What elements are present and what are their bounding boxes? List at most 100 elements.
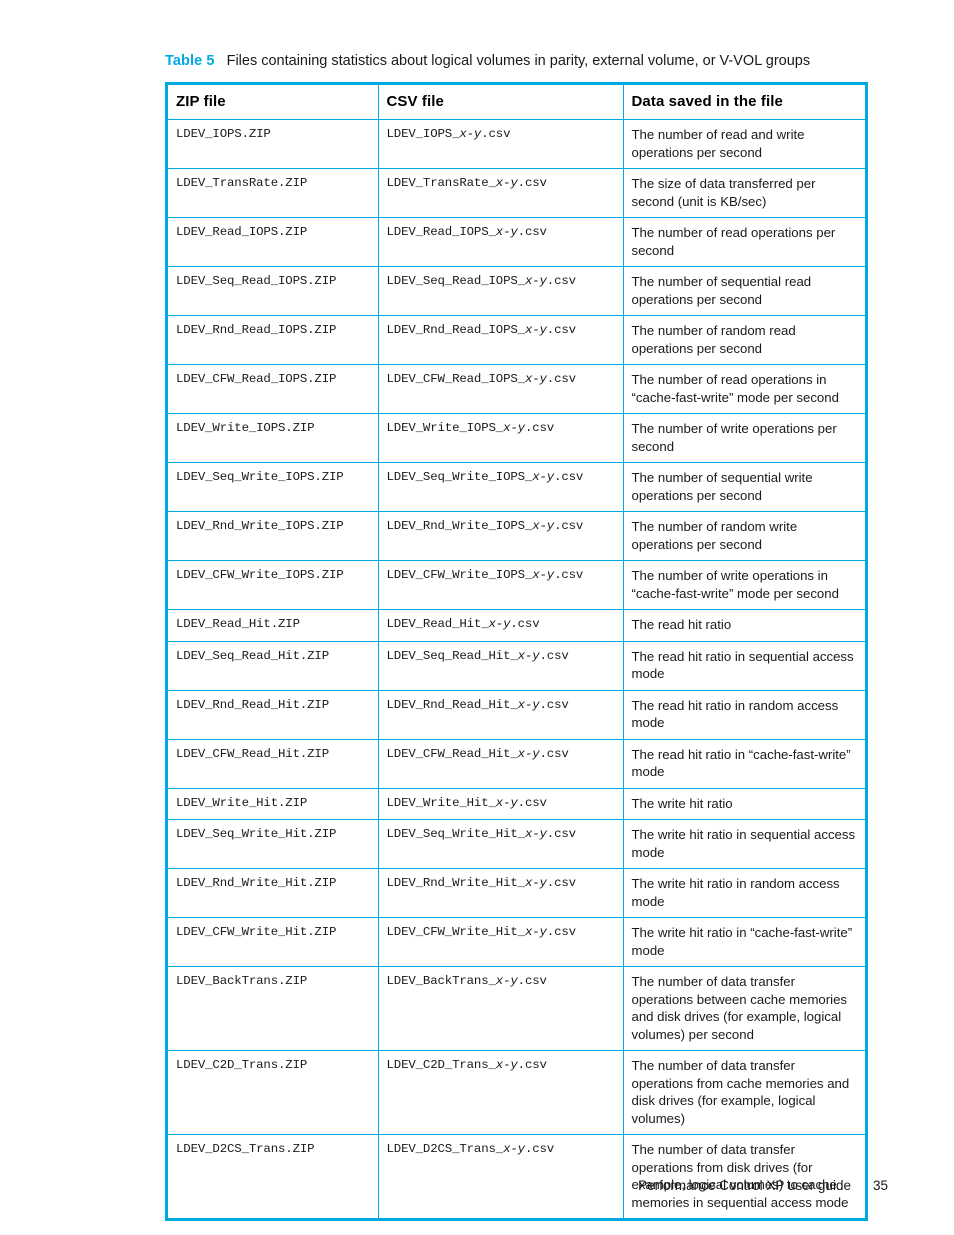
csv-name-prefix: LDEV_Write_Hit_ [386, 795, 496, 810]
files-table-container: ZIP file CSV file Data saved in the file… [165, 82, 868, 1221]
cell-csv-file: LDEV_Rnd_Write_IOPS_x-y.csv [378, 511, 624, 561]
csv-name-prefix: LDEV_Rnd_Read_Hit_ [386, 697, 518, 712]
csv-name-extension: .csv [539, 697, 569, 712]
cell-csv-file: LDEV_Seq_Write_Hit_x-y.csv [378, 819, 624, 869]
cell-zip-file: LDEV_Read_IOPS.ZIP [168, 217, 379, 267]
csv-name-extension: .csv [539, 746, 569, 761]
csv-name-variable: x-y [495, 795, 518, 810]
csv-name-variable: x-y [524, 876, 547, 890]
table-caption-text: Files containing statistics about logica… [226, 53, 811, 69]
column-header-data-saved: Data saved in the file [623, 85, 865, 120]
table-row: LDEV_CFW_Read_IOPS.ZIP LDEV_CFW_Read_IOPS… [168, 364, 865, 414]
table-row: LDEV_Seq_Read_Hit.ZIP LDEV_Seq_Read_Hit_x… [168, 641, 865, 691]
csv-name-variable: x-y [495, 176, 518, 190]
footer-page-number: 35 [872, 1178, 888, 1193]
cell-description: The read hit ratio in “cache-fast-write”… [623, 739, 865, 789]
table-caption-label: Table 5 [165, 53, 215, 69]
csv-name-prefix: LDEV_Seq_Write_Hit_ [386, 827, 526, 841]
cell-description: The write hit ratio in random access mod… [623, 868, 865, 918]
table-row: LDEV_D2CS_Trans.ZIP LDEV_D2CS_Trans_x-y.c… [168, 1134, 865, 1218]
csv-name-prefix: LDEV_Rnd_Write_IOPS_ [386, 519, 533, 533]
cell-csv-file: LDEV_CFW_Read_IOPS_x-y.csv [378, 364, 624, 414]
cell-csv-file: LDEV_D2CS_Trans_x-y.csv [378, 1134, 624, 1218]
table-row: LDEV_Seq_Read_IOPS.ZIP LDEV_Seq_Read_IOPS… [168, 266, 865, 316]
cell-zip-file: LDEV_Write_Hit.ZIP [168, 788, 379, 820]
cell-csv-file: LDEV_BackTrans_x-y.csv [378, 966, 624, 1051]
cell-zip-file: LDEV_Rnd_Read_IOPS.ZIP [168, 315, 379, 365]
cell-description: The number of write operations in “cache… [623, 560, 865, 610]
cell-csv-file: LDEV_IOPS_x-y.csv [378, 119, 624, 169]
cell-zip-file: LDEV_Rnd_Read_Hit.ZIP [168, 690, 379, 740]
cell-description: The number of read and write operations … [623, 119, 865, 169]
csv-name-extension: .csv [546, 827, 576, 841]
csv-name-variable: x-y [524, 323, 547, 337]
csv-name-extension: .csv [517, 795, 547, 810]
csv-name-variable: x-y [503, 1142, 525, 1156]
cell-csv-file: LDEV_C2D_Trans_x-y.csv [378, 1050, 624, 1135]
cell-description: The number of read operations per second [623, 217, 865, 267]
csv-name-prefix: LDEV_CFW_Write_Hit_ [386, 925, 526, 939]
csv-name-variable: x-y [517, 746, 540, 761]
csv-name-prefix: LDEV_Seq_Read_IOPS_ [386, 274, 526, 288]
cell-csv-file: LDEV_Read_Hit_x-y.csv [378, 609, 624, 642]
cell-csv-file: LDEV_Seq_Read_IOPS_x-y.csv [378, 266, 624, 316]
cell-zip-file: LDEV_Seq_Read_IOPS.ZIP [168, 266, 379, 316]
table-row: LDEV_IOPS.ZIP LDEV_IOPS_x-y.csv The number… [168, 119, 865, 169]
table-caption: Table 5 Files containing statistics about… [165, 51, 865, 71]
column-header-csv-file: CSV file [378, 85, 624, 120]
cell-zip-file: LDEV_CFW_Write_IOPS.ZIP [168, 560, 379, 610]
csv-name-variable: x-y [524, 274, 547, 288]
csv-name-extension: .csv [510, 617, 540, 631]
table-row: LDEV_Rnd_Read_IOPS.ZIP LDEV_Rnd_Read_IOPS… [168, 315, 865, 365]
csv-name-variable: x-y [532, 470, 555, 484]
cell-csv-file: LDEV_Read_IOPS_x-y.csv [378, 217, 624, 267]
table-row: LDEV_TransRate.ZIP LDEV_TransRate_x-y.csv… [168, 168, 865, 218]
cell-zip-file: LDEV_Seq_Write_IOPS.ZIP [168, 462, 379, 512]
table-row: LDEV_CFW_Write_Hit.ZIP LDEV_CFW_Write_Hit… [168, 917, 865, 967]
column-header-zip-file: ZIP file [168, 85, 379, 120]
table-row: LDEV_Seq_Write_Hit.ZIP LDEV_Seq_Write_Hit… [168, 819, 865, 869]
footer-guide-title: Performance Control XP user guide [638, 1178, 851, 1193]
csv-name-extension: .csv [554, 568, 584, 582]
csv-name-extension: .csv [524, 1142, 555, 1156]
csv-name-prefix: LDEV_D2CS_Trans_ [386, 1142, 504, 1156]
csv-name-variable: x-y [524, 925, 547, 939]
cell-description: The number of random read operations per… [623, 315, 865, 365]
csv-name-variable: x-y [503, 421, 525, 435]
table-row: LDEV_Rnd_Write_Hit.ZIP LDEV_Rnd_Write_Hit… [168, 868, 865, 918]
cell-zip-file: LDEV_CFW_Read_Hit.ZIP [168, 739, 379, 789]
cell-zip-file: LDEV_Seq_Read_Hit.ZIP [168, 641, 379, 691]
csv-name-prefix: LDEV_Read_IOPS_ [386, 225, 496, 239]
cell-description: The number of read operations in “cache-… [623, 364, 865, 414]
cell-description: The write hit ratio [623, 788, 865, 820]
csv-name-prefix: LDEV_TransRate_ [386, 176, 496, 190]
table-row: LDEV_C2D_Trans.ZIP LDEV_C2D_Trans_x-y.csv… [168, 1050, 865, 1135]
csv-name-extension: .csv [517, 1058, 547, 1072]
csv-name-extension: .csv [481, 127, 511, 141]
csv-name-prefix: LDEV_Read_Hit_ [386, 617, 489, 631]
cell-zip-file: LDEV_CFW_Read_IOPS.ZIP [168, 364, 379, 414]
table-row: LDEV_CFW_Read_Hit.ZIP LDEV_CFW_Read_Hit_x… [168, 739, 865, 789]
cell-csv-file: LDEV_CFW_Write_IOPS_x-y.csv [378, 560, 624, 610]
cell-zip-file: LDEV_Rnd_Write_IOPS.ZIP [168, 511, 379, 561]
csv-name-prefix: LDEV_BackTrans_ [386, 974, 496, 988]
table-row: LDEV_Write_Hit.ZIP LDEV_Write_Hit_x-y.csv… [168, 788, 865, 820]
csv-name-variable: x-y [495, 974, 518, 988]
table-row: LDEV_BackTrans.ZIP LDEV_BackTrans_x-y.csv… [168, 966, 865, 1051]
table-row: LDEV_Write_IOPS.ZIP LDEV_Write_IOPS_x-y.c… [168, 413, 865, 463]
cell-description: The read hit ratio in random access mode [623, 690, 865, 740]
csv-name-variable: x-y [517, 697, 540, 712]
cell-description: The number of data transfer operations f… [631, 1142, 849, 1210]
cell-zip-file: LDEV_BackTrans.ZIP [168, 966, 379, 1051]
csv-name-extension: .csv [517, 176, 547, 190]
csv-name-prefix: LDEV_IOPS_ [386, 127, 460, 141]
csv-name-variable: x-y [488, 617, 511, 631]
cell-description: The number of sequential read operations… [623, 266, 865, 316]
table-body: LDEV_IOPS.ZIP LDEV_IOPS_x-y.csv The number… [168, 119, 865, 1218]
cell-csv-file: LDEV_Rnd_Read_IOPS_x-y.csv [378, 315, 624, 365]
cell-zip-file: LDEV_D2CS_Trans.ZIP [168, 1134, 379, 1218]
csv-name-variable: x-y [532, 519, 555, 533]
csv-name-prefix: LDEV_CFW_Read_Hit_ [386, 746, 518, 761]
table-row: LDEV_Rnd_Read_Hit.ZIP LDEV_Rnd_Read_Hit_x… [168, 690, 865, 740]
csv-name-extension: .csv [524, 421, 555, 435]
